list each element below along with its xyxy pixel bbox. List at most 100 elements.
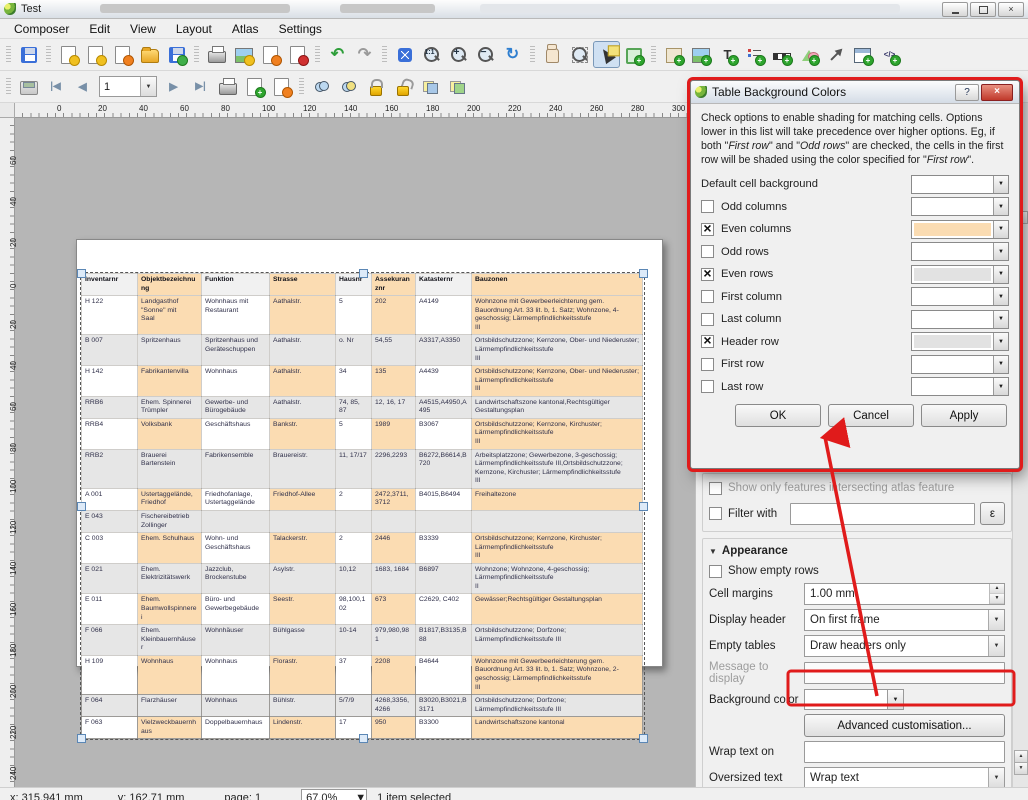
add-shape-button[interactable]: + [795, 41, 822, 68]
composition-page[interactable]: InventarnrObjektbezeichnungFunktionStras… [76, 239, 663, 667]
save-button[interactable] [15, 41, 42, 68]
advanced-customisation-button[interactable]: Advanced customisation... [804, 714, 1005, 737]
apply-button[interactable]: Apply [921, 404, 1007, 427]
save-as-button[interactable] [163, 41, 190, 68]
unlock-items-button[interactable] [389, 73, 416, 100]
ungroup-items-button[interactable] [335, 73, 362, 100]
last-column-checkbox[interactable] [701, 313, 714, 326]
filter-with-checkbox[interactable] [709, 507, 722, 520]
open-button[interactable] [136, 41, 163, 68]
zoom-in-button[interactable]: + [445, 41, 472, 68]
odd-columns-checkbox[interactable] [701, 200, 714, 213]
selection-handle[interactable] [77, 502, 86, 511]
last-row-checkbox[interactable] [701, 380, 714, 393]
menu-item-atlas[interactable]: Atlas [222, 20, 269, 38]
first-column-color[interactable]: ▼ [911, 287, 1009, 306]
even-columns-color[interactable]: ▼ [911, 220, 1009, 239]
first-row-color[interactable]: ▼ [911, 355, 1009, 374]
atlas-next-button[interactable]: ▶ [160, 73, 187, 100]
first-column-checkbox[interactable] [701, 290, 714, 303]
selection-handle[interactable] [77, 269, 86, 278]
selection-handle[interactable] [77, 734, 86, 743]
odd-rows-checkbox[interactable] [701, 245, 714, 258]
menu-item-edit[interactable]: Edit [79, 20, 120, 38]
background-color-button[interactable] [804, 689, 888, 710]
composition-canvas[interactable]: 0204060801001201401601802002202402602803… [0, 103, 695, 787]
scroll-down-icon[interactable]: ▼ [1014, 762, 1028, 775]
menu-item-composer[interactable]: Composer [4, 20, 79, 38]
selection-handle[interactable] [359, 734, 368, 743]
dialog-close-button[interactable]: × [981, 84, 1013, 101]
first-row-checkbox[interactable] [701, 358, 714, 371]
zoom-rect-button[interactable] [566, 41, 593, 68]
empty-tables-select[interactable]: Draw headers only ▼ [804, 635, 1005, 657]
menu-item-layout[interactable]: Layout [166, 20, 222, 38]
new-composition-button[interactable] [55, 41, 82, 68]
header-row-color[interactable]: ▼ [911, 332, 1009, 351]
collapse-triangle-icon[interactable]: ▼ [709, 547, 717, 556]
display-header-select[interactable]: On first frame ▼ [804, 609, 1005, 631]
select-move-item-button[interactable] [593, 41, 620, 68]
odd-columns-color[interactable]: ▼ [911, 197, 1009, 216]
selection-handle[interactable] [359, 269, 368, 278]
atlas-page-combo[interactable]: 1▼ [99, 76, 157, 97]
duplicate-composition-button[interactable] [82, 41, 109, 68]
dialog-title-bar[interactable]: Table Background Colors ? × [691, 81, 1019, 104]
spin-up-icon[interactable]: ▲ [990, 584, 1004, 594]
export-svg-button[interactable] [257, 41, 284, 68]
selection-handle[interactable] [639, 734, 648, 743]
show-empty-rows-checkbox[interactable] [709, 565, 722, 578]
group-items-button[interactable] [308, 73, 335, 100]
zoom-1-1-button[interactable]: 1:1 [418, 41, 445, 68]
even-rows-color[interactable]: ▼ [911, 265, 1009, 284]
ok-button[interactable]: OK [735, 404, 821, 427]
redo-button[interactable]: ↷ [351, 41, 378, 68]
zoom-out-button[interactable]: − [472, 41, 499, 68]
atlas-print-button[interactable] [214, 73, 241, 100]
atlas-feature-checkbox[interactable] [709, 482, 722, 495]
atlas-settings-button[interactable] [268, 73, 295, 100]
attribute-table-item[interactable]: InventarnrObjektbezeichnungFunktionStras… [80, 272, 645, 740]
oversized-text-select[interactable]: Wrap text ▼ [804, 767, 1005, 787]
default-cell-background-color[interactable]: ▼ [911, 175, 1009, 194]
cancel-button[interactable]: Cancel [828, 404, 914, 427]
close-button[interactable]: × [998, 2, 1024, 17]
wrap-text-on-input[interactable] [804, 741, 1005, 763]
add-label-button[interactable]: T+ [714, 41, 741, 68]
menu-item-settings[interactable]: Settings [269, 20, 332, 38]
pan-button[interactable] [539, 41, 566, 68]
atlas-export-button[interactable]: + [241, 73, 268, 100]
minimize-button[interactable] [942, 2, 968, 17]
expression-button[interactable]: ε [980, 502, 1005, 525]
raise-items-button[interactable] [416, 73, 443, 100]
refresh-button[interactable]: ↻ [499, 41, 526, 68]
add-image-button[interactable]: + [687, 41, 714, 68]
align-items-button[interactable] [443, 73, 470, 100]
export-pdf-button[interactable] [284, 41, 311, 68]
background-color-dropdown[interactable]: ▼ [888, 689, 904, 710]
menu-item-view[interactable]: View [120, 20, 166, 38]
zoom-level-combo[interactable]: 67.0% ▼ [301, 789, 367, 800]
atlas-first-button[interactable]: |◀ [42, 73, 69, 100]
export-image-button[interactable] [230, 41, 257, 68]
atlas-last-button[interactable]: ▶| [187, 73, 214, 100]
spin-down-icon[interactable]: ▼ [990, 594, 1004, 604]
header-row-checkbox[interactable] [701, 335, 714, 348]
lock-items-button[interactable] [362, 73, 389, 100]
atlas-preview-button[interactable] [15, 73, 42, 100]
print-button[interactable] [203, 41, 230, 68]
atlas-prev-button[interactable]: ◀ [69, 73, 96, 100]
undo-button[interactable]: ↶ [324, 41, 351, 68]
selection-handle[interactable] [639, 502, 648, 511]
cell-margins-spinbox[interactable]: 1.00 mm ▲▼ [804, 583, 1005, 605]
filter-input[interactable] [790, 503, 975, 525]
last-column-color[interactable]: ▼ [911, 310, 1009, 329]
odd-rows-color[interactable]: ▼ [911, 242, 1009, 261]
add-arrow-button[interactable] [822, 41, 849, 68]
move-item-content-button[interactable]: + [620, 41, 647, 68]
add-map-button[interactable]: + [660, 41, 687, 68]
last-row-color[interactable]: ▼ [911, 377, 1009, 396]
selection-handle[interactable] [639, 269, 648, 278]
add-legend-button[interactable]: + [741, 41, 768, 68]
zoom-full-button[interactable] [391, 41, 418, 68]
